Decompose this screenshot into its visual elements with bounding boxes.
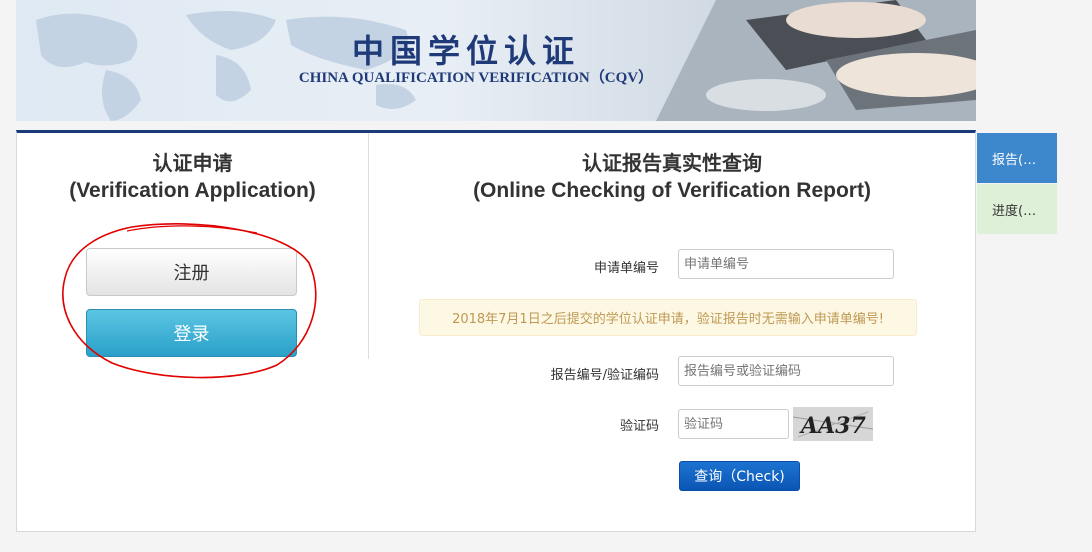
captcha-label: 验证码 [619,419,659,434]
report-no-input[interactable] [678,356,894,386]
notice-alert: 2018年7月1日之后提交的学位认证申请，验证报告时无需输入申请单编号! [419,299,917,336]
captcha-graphic: AA37 [793,407,873,441]
application-heading-cn: 认证申请 [152,151,233,175]
main-panel: 认证申请 (Verification Application) 注册 登录 认证… [16,130,976,532]
captcha-image[interactable]: AA37 [793,407,873,441]
report-check-heading-en: (Online Checking of Verification Report) [473,179,871,202]
report-no-label: 报告编号/验证编码 [550,368,659,383]
side-tab-report[interactable]: 报告(… [977,133,1057,183]
banner-subtitle: CHINA QUALIFICATION VERIFICATION（CQV） [298,70,654,86]
header-banner: 中国学位认证 CHINA QUALIFICATION VERIFICATION（… [16,0,976,121]
app-no-label: 申请单编号 [593,261,659,276]
register-button[interactable]: 注册 [86,248,297,296]
side-tab-progress[interactable]: 进度(… [977,184,1057,234]
captcha-input[interactable] [678,409,789,439]
application-heading-en: (Verification Application) [69,179,316,202]
captcha-text: AA37 [799,413,866,439]
check-button[interactable]: 查询（Check) [679,461,800,491]
report-check-heading-cn: 认证报告真实性查询 [582,151,762,175]
app-no-input[interactable] [678,249,894,279]
login-button[interactable]: 登录 [86,309,297,357]
red-annotation-circle [62,223,317,379]
